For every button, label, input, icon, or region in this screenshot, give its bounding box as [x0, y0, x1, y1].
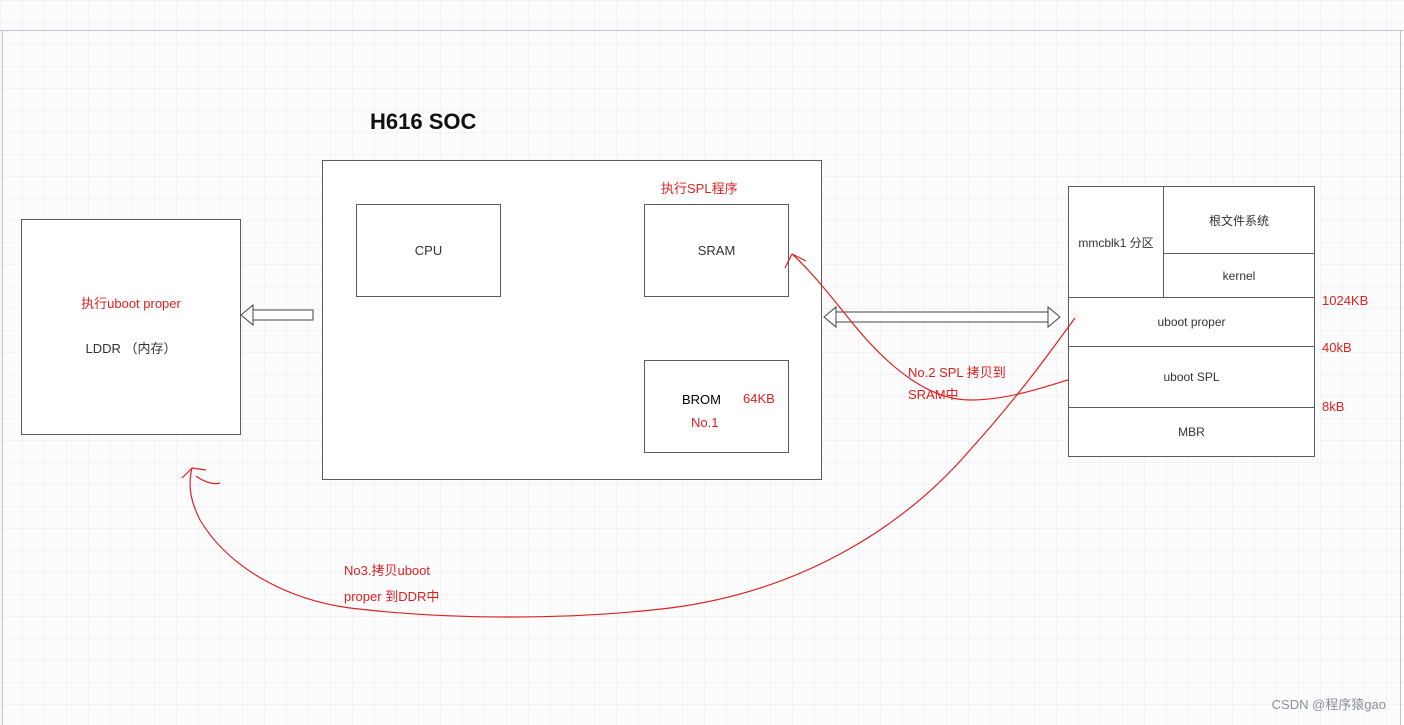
spl-exec-label: 执行SPL程序: [661, 181, 738, 198]
emmc-mmc: mmcblk1 分区: [1068, 186, 1164, 298]
cpu-box: CPU: [356, 204, 501, 297]
frame-top: [0, 30, 1404, 31]
emmc-uboot-proper: uboot proper: [1068, 297, 1315, 347]
emmc-mbr: MBR: [1068, 407, 1315, 457]
frame-right: [1400, 30, 1401, 725]
emmc-kernel: kernel: [1163, 253, 1315, 298]
size-8: 8kB: [1322, 399, 1344, 416]
size-1024: 1024KB: [1322, 293, 1368, 310]
attribution: CSDN @程序猿gao: [1272, 694, 1386, 713]
freehand-no3: [150, 310, 1080, 630]
emmc-rootfs: 根文件系统: [1163, 186, 1315, 254]
frame-left: [2, 30, 3, 725]
soc-title: H616 SOC: [370, 109, 476, 135]
sram-box: SRAM: [644, 204, 789, 297]
emmc-uboot-spl: uboot SPL: [1068, 346, 1315, 408]
size-40: 40kB: [1322, 340, 1352, 357]
